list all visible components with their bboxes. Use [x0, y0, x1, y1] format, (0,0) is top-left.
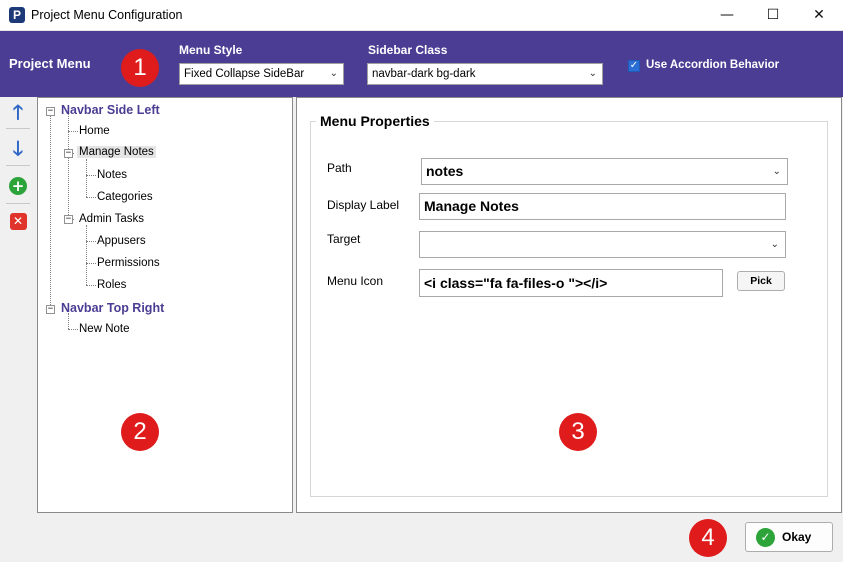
- annotation-badge-3: 3: [559, 413, 597, 451]
- app-icon: P: [9, 7, 25, 23]
- window-title: Project Menu Configuration: [31, 8, 183, 22]
- path-label: Path: [327, 161, 352, 175]
- target-label: Target: [327, 232, 361, 246]
- move-down-button[interactable]: 🡓: [7, 137, 29, 159]
- path-select[interactable]: notes ⌄: [421, 158, 788, 185]
- maximize-button[interactable]: ☐: [750, 0, 796, 31]
- accordion-checkbox[interactable]: ✓: [628, 60, 640, 72]
- toolbar-divider: [6, 128, 30, 129]
- arrow-down-icon: 🡓: [12, 136, 24, 160]
- menu-style-value: Fixed Collapse SideBar: [184, 68, 305, 80]
- tree-toolbar: 🡑 🡓 + ✕: [0, 97, 36, 513]
- tree-node-roles[interactable]: Roles: [97, 279, 126, 291]
- toolbar-divider: [6, 203, 30, 204]
- chevron-down-icon: ⌄: [772, 166, 781, 177]
- sidebar-class-value: navbar-dark bg-dark: [372, 68, 476, 80]
- chevron-down-icon: ⌄: [770, 239, 779, 250]
- tree-node-new-note[interactable]: New Note: [79, 323, 130, 335]
- sidebar-class-label: Sidebar Class: [368, 43, 448, 57]
- collapse-toggle[interactable]: −: [46, 107, 55, 116]
- menu-tree[interactable]: − Navbar Side Left Home − Manage Notes N…: [37, 97, 293, 513]
- arrow-up-icon: 🡑: [12, 100, 24, 124]
- add-item-button[interactable]: +: [7, 175, 29, 197]
- delete-item-button[interactable]: ✕: [7, 211, 29, 233]
- tree-node-appusers[interactable]: Appusers: [97, 235, 146, 247]
- menu-icon-value: <i class="fa fa-files-o "></i>: [424, 275, 608, 291]
- menu-icon-label: Menu Icon: [327, 274, 384, 288]
- accordion-label[interactable]: Use Accordion Behavior: [646, 59, 779, 71]
- collapse-toggle[interactable]: −: [46, 305, 55, 314]
- annotation-badge-4: 4: [689, 519, 727, 557]
- tree-node-navbar-top-right[interactable]: Navbar Top Right: [61, 301, 164, 315]
- chevron-down-icon: ⌄: [329, 68, 338, 79]
- tree-node-categories[interactable]: Categories: [97, 191, 153, 203]
- target-select[interactable]: ⌄: [419, 231, 786, 258]
- menu-icon-input[interactable]: <i class="fa fa-files-o "></i>: [419, 269, 723, 297]
- tree-node-navbar-side-left[interactable]: Navbar Side Left: [61, 103, 160, 117]
- close-button[interactable]: ✕: [796, 0, 842, 31]
- collapse-toggle[interactable]: −: [64, 215, 73, 224]
- tree-node-home[interactable]: Home: [79, 125, 110, 137]
- check-icon: ✓: [756, 528, 775, 547]
- minimize-button[interactable]: —: [704, 0, 750, 31]
- tree-node-manage-notes[interactable]: Manage Notes: [77, 146, 156, 158]
- menu-style-select[interactable]: Fixed Collapse SideBar ⌄: [179, 63, 344, 85]
- annotation-badge-1: 1: [121, 49, 159, 87]
- menu-properties-title: Menu Properties: [316, 113, 434, 129]
- chevron-down-icon: ⌄: [588, 68, 597, 79]
- display-label-label: Display Label: [327, 198, 400, 212]
- path-value: notes: [426, 163, 464, 179]
- okay-label: Okay: [782, 530, 812, 544]
- title-bar: P Project Menu Configuration — ☐ ✕: [0, 0, 843, 31]
- pick-icon-button[interactable]: Pick: [737, 271, 785, 291]
- tree-node-notes[interactable]: Notes: [97, 169, 127, 181]
- plus-icon: +: [9, 177, 27, 195]
- delete-icon: ✕: [9, 213, 27, 230]
- toolbar-divider: [6, 165, 30, 166]
- okay-button[interactable]: ✓ Okay: [745, 522, 833, 552]
- sidebar-class-select[interactable]: navbar-dark bg-dark ⌄: [367, 63, 603, 85]
- display-label-input[interactable]: Manage Notes: [419, 193, 786, 220]
- display-label-value: Manage Notes: [424, 198, 519, 214]
- annotation-badge-2: 2: [121, 413, 159, 451]
- move-up-button[interactable]: 🡑: [7, 101, 29, 123]
- tree-node-permissions[interactable]: Permissions: [97, 257, 160, 269]
- collapse-toggle[interactable]: −: [64, 149, 73, 158]
- tree-node-admin-tasks[interactable]: Admin Tasks: [79, 213, 144, 225]
- menu-style-label: Menu Style: [179, 43, 243, 57]
- header-title: Project Menu: [9, 56, 91, 71]
